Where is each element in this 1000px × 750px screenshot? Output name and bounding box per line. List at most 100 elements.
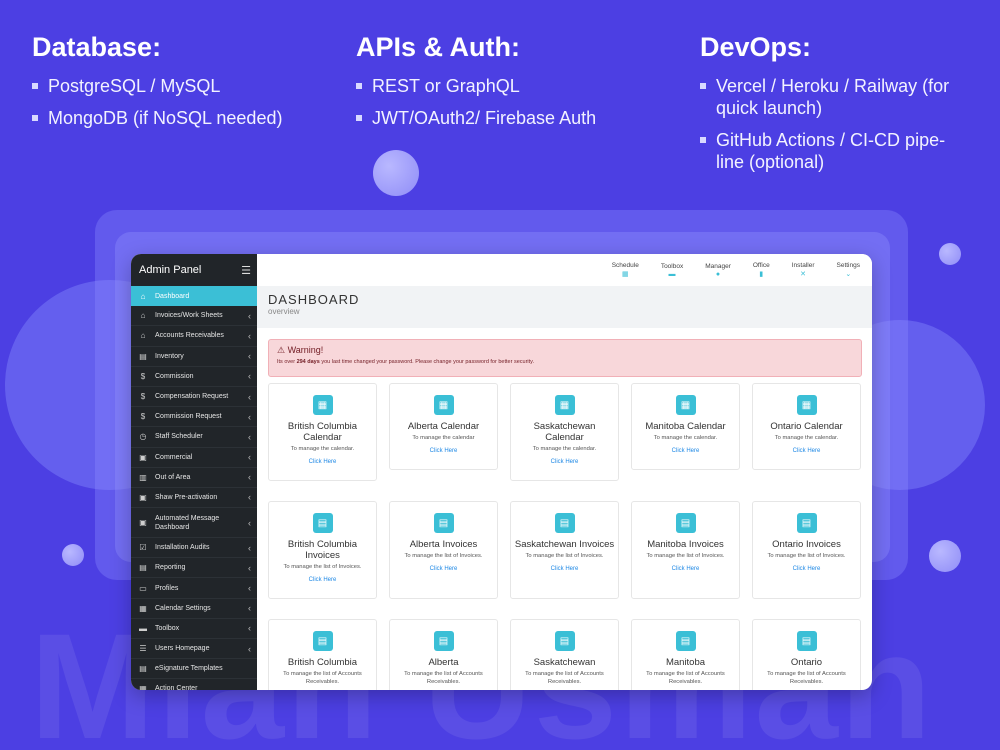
warning-icon: ⚠: [277, 345, 286, 355]
chevron-left-icon: ‹: [248, 643, 251, 654]
card-description: To manage the list of Accounts Receivabl…: [646, 671, 725, 685]
chevron-left-icon: ‹: [248, 492, 251, 503]
sidebar-item[interactable]: ⌂ Dashboard: [131, 286, 257, 307]
sidebar-item-label: Action Center: [155, 685, 198, 690]
sidebar-item[interactable]: ▣ Automated Message Dashboard ‹: [131, 508, 257, 539]
calendar-icon: ▦: [433, 395, 454, 415]
apis-heading: APIs & Auth:: [356, 32, 520, 62]
topnav-item[interactable]: Manager ●: [705, 263, 731, 278]
warning-text-post: you last time changed your password. Ple…: [319, 359, 535, 365]
home-icon: ⌂: [140, 331, 146, 341]
topnav-item[interactable]: Schedule ▦: [612, 262, 639, 278]
database-item: PostgreSQL / MySQL: [32, 75, 282, 97]
card-description: To manage the list of Invoices.: [525, 553, 604, 559]
dashboard-card: ▦ Saskatchewan Calendar To manage the cale…: [510, 383, 619, 481]
card-title: Manitoba: [665, 657, 706, 668]
sidebar-item[interactable]: ☑ Installation Audits ‹: [131, 538, 257, 559]
sidebar-item-label: Installation Audits: [155, 544, 210, 552]
sidebar-item[interactable]: $ Commission Request ‹: [131, 407, 257, 428]
invoice-icon: ▤: [554, 513, 575, 533]
sidebar-item[interactable]: $ Commission ‹: [131, 367, 257, 387]
sidebar-item-label: Invoices/Work Sheets: [155, 312, 223, 320]
main-content: Schedule ▦ Toolbox ▬ Manager ● Office ▮ Installe…: [257, 254, 872, 690]
card-description: To manage the calendar.: [290, 446, 355, 452]
warning-message: Its over 294 days you last time changed …: [277, 359, 853, 365]
decorative-dot: [939, 243, 961, 265]
sidebar-item[interactable]: ⌂ Invoices/Work Sheets ‹: [131, 306, 257, 327]
dollar-icon: $: [140, 392, 146, 402]
dashboard-card: ▦ Alberta Calendar To manage the calendar C…: [389, 383, 498, 470]
database-item: MongoDB (if NoSQL needed): [32, 107, 282, 129]
invoice-icon: ▤: [433, 513, 454, 533]
calendar-icon: ▦: [139, 684, 147, 690]
sidebar-item[interactable]: ▦ Calendar Settings ‹: [131, 599, 257, 619]
top-navigation: Schedule ▦ Toolbox ▬ Manager ● Office ▮ Installe…: [257, 254, 872, 286]
sidebar-item[interactable]: ▤ eSignature Templates: [131, 659, 257, 680]
sidebar-item-label: Dashboard: [155, 292, 190, 300]
sidebar-item[interactable]: ▤ Reporting ‹: [131, 558, 257, 579]
sidebar-item[interactable]: ▣ Shaw Pre-activation ‹: [131, 488, 257, 509]
topnav-label: Schedule: [611, 262, 639, 269]
click-here-link[interactable]: Click Here: [551, 566, 579, 572]
dashboard-card: ▤ British Columbia To manage the list of A…: [268, 619, 377, 690]
calendar-icon: ▦: [675, 395, 696, 415]
click-here-link[interactable]: Click Here: [430, 566, 458, 572]
sidebar-item[interactable]: ▬ Toolbox ‹: [131, 619, 257, 639]
id-card-icon: ▭: [139, 583, 147, 593]
sidebar-header: Admin Panel ☰: [131, 254, 257, 286]
topnav-label: Office: [752, 262, 770, 269]
warning-text-pre: Its over: [277, 359, 297, 365]
dashboard-card: ▤ Alberta Invoices To manage the list of I…: [389, 501, 498, 599]
dashboard-cards: ▦ British Columbia Calendar To manage the …: [268, 383, 863, 690]
dashboard-card: ▤ Ontario To manage the list of Accounts R…: [752, 619, 861, 690]
topnav-item[interactable]: Office ▮: [753, 262, 770, 278]
topnav-item[interactable]: Installer ✕: [792, 262, 815, 278]
hamburger-menu-icon[interactable]: ☰: [241, 264, 251, 277]
topnav-item[interactable]: Settings ⌄: [837, 262, 861, 278]
calendar-icon: ▦: [139, 603, 147, 613]
sidebar: Admin Panel ☰ ⌂ Dashboard ⌂ Invoices/Work S…: [131, 254, 257, 690]
topnav-item[interactable]: Toolbox ▬: [661, 263, 683, 278]
chevron-left-icon: ‹: [248, 411, 251, 422]
sidebar-item[interactable]: ⌂ Accounts Receivables ‹: [131, 326, 257, 347]
home-icon: ⌂: [140, 291, 146, 301]
tools-icon: ✕: [800, 271, 807, 278]
click-here-link[interactable]: Click Here: [551, 459, 579, 465]
sidebar-item[interactable]: ◷ Staff Scheduler ‹: [131, 427, 257, 448]
building-icon: ▮: [759, 271, 764, 278]
invoice-icon: ▤: [675, 513, 696, 533]
chevron-left-icon: ‹: [248, 623, 251, 634]
dashboard-card: ▦ Ontario Calendar To manage the calendar.…: [752, 383, 861, 470]
click-here-link[interactable]: Click Here: [309, 577, 337, 583]
sidebar-item[interactable]: ▦ Action Center: [131, 679, 257, 690]
chevron-left-icon: ‹: [248, 452, 251, 463]
sidebar-item[interactable]: ☰ Users Homepage ‹: [131, 639, 257, 660]
click-here-link[interactable]: Click Here: [672, 448, 700, 454]
home-icon: ⌂: [140, 311, 146, 321]
card-title: British Columbia Calendar: [287, 421, 358, 443]
sidebar-item[interactable]: ▥ Out of Area ‹: [131, 468, 257, 488]
chevron-left-icon: ‹: [248, 330, 251, 341]
click-here-link[interactable]: Click Here: [309, 459, 337, 465]
receivables-icon: ▤: [433, 631, 454, 651]
decorative-dot: [62, 544, 84, 566]
sidebar-item[interactable]: ▭ Profiles ‹: [131, 578, 257, 599]
card-title: Manitoba Calendar: [645, 421, 726, 432]
sidebar-item-label: Users Homepage: [155, 645, 210, 653]
click-here-link[interactable]: Click Here: [793, 566, 821, 572]
card-title: Ontario Invoices: [772, 539, 841, 550]
topnav-label: Toolbox: [660, 262, 684, 270]
user-icon: ●: [715, 270, 721, 278]
sidebar-item[interactable]: ▣ Commercial ‹: [131, 448, 257, 468]
chevron-down-icon: ⌄: [845, 271, 852, 278]
sidebar-item-label: Commission Request: [155, 413, 222, 421]
click-here-link[interactable]: Click Here: [793, 448, 821, 454]
dashboard-card: ▦ Manitoba Calendar To manage the calendar…: [631, 383, 740, 470]
sidebar-item[interactable]: ▤ Inventory ‹: [131, 347, 257, 367]
card-title: Manitoba Invoices: [647, 539, 724, 550]
sidebar-item[interactable]: $ Compensation Request ‹: [131, 387, 257, 408]
click-here-link[interactable]: Click Here: [672, 566, 700, 572]
card-description: To manage the calendar.: [774, 435, 839, 441]
card-description: To manage the list of Invoices.: [646, 553, 725, 559]
click-here-link[interactable]: Click Here: [430, 448, 458, 454]
